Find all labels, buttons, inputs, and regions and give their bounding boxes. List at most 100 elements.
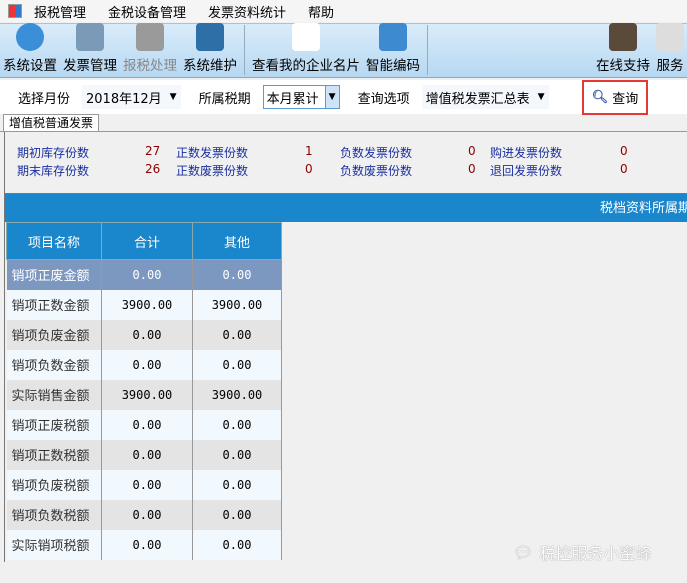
toolbar-separator — [244, 25, 245, 75]
period-value: 本月累计 — [266, 91, 319, 107]
month-value: 2018年12月 — [86, 91, 162, 107]
table-row[interactable]: 实际销售金额 3900.00 3900.00 — [6, 379, 282, 410]
chevron-down-icon: ▼ — [324, 86, 339, 108]
wechat-icon: 💬︎ — [513, 542, 534, 562]
cell-total: 0.00 — [101, 409, 193, 440]
cell-other: 3900.00 — [192, 289, 282, 320]
period-label: 所属税期 — [198, 91, 251, 107]
info-value: 27 — [145, 144, 161, 158]
month-label: 选择月份 — [18, 91, 71, 107]
menu-invoice-statistics[interactable]: 发票资料统计 — [208, 2, 286, 21]
toolbar-button-5[interactable]: 智能编码 — [363, 23, 423, 77]
toolbar-button-0[interactable]: 系统设置 — [0, 23, 60, 77]
gear-icon — [16, 23, 44, 51]
toolbar-button-label: 发票管理 — [63, 58, 117, 74]
query-button-label: 查询 — [612, 92, 639, 107]
info-value: 0 — [468, 144, 476, 158]
monitor-icon — [136, 23, 164, 51]
col-header-other[interactable]: 其他 — [192, 222, 282, 260]
menu-bar: 报税管理 金税设备管理 发票资料统计 帮助 — [0, 0, 687, 22]
col-header-total[interactable]: 合计 — [101, 222, 193, 260]
chevron-down-icon: ▼ — [169, 92, 177, 102]
toolbar-button-label: 系统设置 — [3, 58, 57, 74]
app-logo-icon — [8, 4, 22, 18]
support-person-icon — [609, 23, 637, 51]
toolbar-button-label: 在线支持 — [596, 58, 650, 74]
cell-other: 0.00 — [192, 469, 282, 500]
cell-total: 3900.00 — [101, 289, 193, 320]
section-header-band: 税档资料所属期 — [5, 193, 687, 222]
cell-total: 0.00 — [101, 499, 193, 530]
query-bar: 选择月份 2018年12月 ▼ 所属税期 本月累计 ▼ 查询选项 增值税发票汇总表 ▼… — [0, 80, 687, 115]
table-row[interactable]: 销项负数税额 0.00 0.00 — [6, 499, 282, 530]
watermark-text: 税控服务小蜜蜂 — [539, 544, 652, 563]
option-select[interactable]: 增值税发票汇总表 ▼ — [421, 85, 549, 109]
menu-help[interactable]: 帮助 — [308, 2, 334, 21]
toolbar-separator — [427, 25, 428, 75]
toolbar: 系统设置 发票管理 报税处理 系统维护 查看我的企业名片 智能编码 在线支持 服务 — [0, 23, 687, 78]
cell-other: 0.00 — [192, 529, 282, 560]
cell-total: 0.00 — [101, 319, 193, 350]
info-label: 正数废票份数 — [176, 164, 249, 178]
search-icon: 🔍︎ — [591, 90, 609, 105]
toolbar-button-1[interactable]: 发票管理 — [60, 23, 120, 77]
table-row[interactable]: 销项负数金额 0.00 0.00 — [6, 349, 282, 380]
period-select[interactable]: 本月累计 ▼ — [262, 85, 340, 109]
chevron-down-icon: ▼ — [537, 92, 545, 102]
toolbar-button-6[interactable]: 在线支持 — [593, 23, 653, 77]
cell-item-name: 销项负废金额 — [6, 319, 102, 350]
table-row[interactable]: 实际销项税额 0.00 0.00 — [6, 529, 282, 560]
cell-item-name: 销项正废金额 — [6, 259, 102, 290]
toolbar-button-label: 智能编码 — [366, 58, 420, 74]
table-row[interactable]: 销项负废金额 0.00 0.00 — [6, 319, 282, 350]
cell-item-name: 销项正废税额 — [6, 409, 102, 440]
cell-other: 0.00 — [192, 499, 282, 530]
cell-total: 0.00 — [101, 439, 193, 470]
query-button[interactable]: 🔍︎ 查询 — [582, 80, 648, 115]
menu-tax-report[interactable]: 报税管理 — [34, 2, 86, 21]
table-row[interactable]: 销项正数税额 0.00 0.00 — [6, 439, 282, 470]
cell-item-name: 销项负数税额 — [6, 499, 102, 530]
cell-item-name: 销项正数税额 — [6, 439, 102, 470]
toolbar-button-7[interactable]: 服务 — [653, 23, 687, 77]
cell-other: 0.00 — [192, 409, 282, 440]
table-row[interactable]: 销项正数金额 3900.00 3900.00 — [6, 289, 282, 320]
option-value: 增值税发票汇总表 — [425, 91, 530, 107]
folder-gear-icon — [196, 23, 224, 51]
table-row[interactable]: 销项正废税额 0.00 0.00 — [6, 409, 282, 440]
toolbar-button-label: 查看我的企业名片 — [252, 58, 360, 74]
info-value: 26 — [145, 162, 161, 176]
toolbar-button-label: 报税处理 — [123, 58, 177, 74]
month-select[interactable]: 2018年12月 ▼ — [82, 85, 181, 109]
info-value: 0 — [620, 144, 628, 158]
menu-device-management[interactable]: 金税设备管理 — [108, 2, 186, 21]
info-value: 1 — [305, 144, 313, 158]
tab-vat-ordinary-invoice[interactable]: 增值税普通发票 — [3, 114, 100, 132]
cell-other: 0.00 — [192, 349, 282, 380]
toolbar-button-2[interactable]: 报税处理 — [120, 23, 180, 77]
cell-other: 0.00 — [192, 259, 282, 290]
summary-table: 项目名称 合计 其他 销项正废金额 0.00 0.00 销项正数金额 3900.00 39… — [6, 222, 282, 560]
cell-total: 3900.00 — [101, 379, 193, 410]
divider — [0, 131, 687, 132]
notebook-icon — [656, 23, 684, 51]
cell-item-name: 实际销售金额 — [6, 379, 102, 410]
info-label: 负数发票份数 — [340, 146, 413, 160]
watermark: 💬︎ 税控服务小蜜蜂 — [513, 540, 651, 564]
info-value: 0 — [305, 162, 313, 176]
info-label: 退回发票份数 — [490, 164, 563, 178]
option-label: 查询选项 — [357, 91, 410, 107]
cloud-icon — [379, 23, 407, 51]
cell-other: 0.00 — [192, 319, 282, 350]
table-row[interactable]: 销项正废金额 0.00 0.00 — [6, 259, 282, 290]
magnifier-icon — [292, 23, 320, 51]
table-row[interactable]: 销项负废税额 0.00 0.00 — [6, 469, 282, 500]
col-header-item-name[interactable]: 项目名称 — [6, 222, 102, 260]
info-label: 负数废票份数 — [340, 164, 413, 178]
cell-item-name: 销项负废税额 — [6, 469, 102, 500]
cell-total: 0.00 — [101, 469, 193, 500]
toolbar-button-3[interactable]: 系统维护 — [180, 23, 240, 77]
cell-total: 0.00 — [101, 529, 193, 560]
info-label: 期初库存份数 — [17, 146, 90, 160]
toolbar-button-4[interactable]: 查看我的企业名片 — [249, 23, 363, 77]
